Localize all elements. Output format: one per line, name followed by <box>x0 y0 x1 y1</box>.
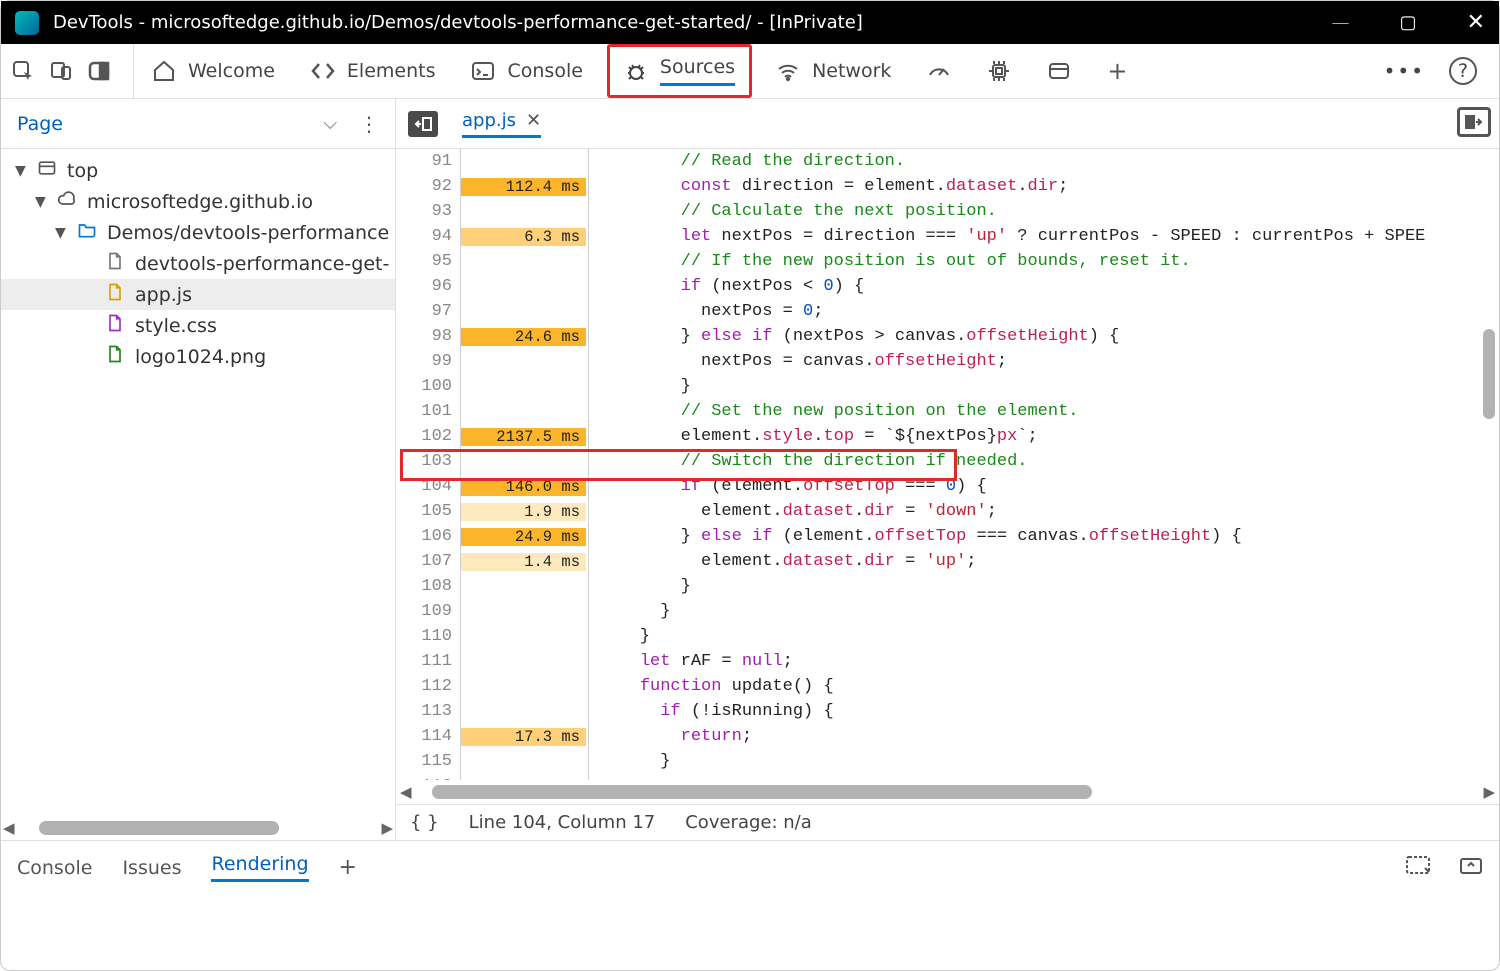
code-area[interactable]: // Read the direction. const direction =… <box>589 149 1499 780</box>
tree-file-css[interactable]: style.css <box>1 310 395 341</box>
wifi-icon <box>776 59 800 83</box>
pane-more-icon[interactable]: ⋮ <box>359 112 379 136</box>
js-file-icon <box>105 282 125 307</box>
network-tab[interactable]: Network <box>758 44 909 98</box>
window-icon <box>1047 59 1071 83</box>
navigator-hscroll[interactable]: ◀▶ <box>1 816 395 840</box>
navigator-panel: Page ⌵ ⋮ ▼ top ▼ microsoftedge.github.io… <box>1 99 396 840</box>
app-icon <box>15 11 39 35</box>
frame-icon <box>37 158 57 183</box>
folder-icon <box>77 220 97 245</box>
console-tab[interactable]: Console <box>453 44 600 98</box>
editor-file-tab[interactable]: app.js ✕ <box>462 110 541 138</box>
coverage-status: Coverage: n/a <box>685 812 812 833</box>
home-icon <box>152 59 176 83</box>
tree-file-appjs[interactable]: app.js <box>1 279 395 310</box>
file-tree: ▼ top ▼ microsoftedge.github.io ▼ Demos/… <box>1 149 395 372</box>
performance-tab-icon[interactable] <box>909 44 969 98</box>
navigator-toggle-icon[interactable] <box>408 111 438 137</box>
line-gutter: 9192112.4 ms93946.3 ms9596979824.6 ms991… <box>396 149 589 780</box>
tree-folder[interactable]: ▼ Demos/devtools-performance <box>1 217 395 248</box>
cloud-icon <box>57 189 77 214</box>
devtools-tab-bar: Welcome Elements Console Sources Network… <box>1 44 1499 99</box>
elements-tab[interactable]: Elements <box>293 44 454 98</box>
device-toggle-icon[interactable] <box>49 59 73 83</box>
page-pane-tab[interactable]: Page <box>17 113 63 135</box>
help-button[interactable]: ? <box>1449 57 1477 85</box>
editor-hscroll[interactable]: ◀▶ <box>396 780 1499 804</box>
close-tab-icon[interactable]: ✕ <box>526 110 541 131</box>
maximize-button[interactable]: ▢ <box>1400 12 1417 33</box>
close-button[interactable]: ✕ <box>1467 10 1485 35</box>
image-file-icon <box>105 344 125 369</box>
debugger-toggle-icon[interactable] <box>1457 107 1491 137</box>
editor-panel: app.js ✕ 9192112.4 ms93946.3 ms959697982… <box>396 99 1499 840</box>
application-tab-icon[interactable] <box>1029 44 1089 98</box>
sources-tab[interactable]: Sources <box>607 44 752 98</box>
tree-origin[interactable]: ▼ microsoftedge.github.io <box>1 186 395 217</box>
chip-icon <box>987 59 1011 83</box>
drawer-console-tab[interactable]: Console <box>17 857 92 879</box>
drawer-issues-tab[interactable]: Issues <box>122 857 181 879</box>
cursor-location: Line 104, Column 17 <box>469 812 656 833</box>
add-tab[interactable]: + <box>1089 44 1145 98</box>
dock-icon[interactable] <box>87 59 111 83</box>
pretty-print-button[interactable]: { } <box>410 812 439 833</box>
minimize-button[interactable]: — <box>1332 12 1350 33</box>
window-title: DevTools - microsoftedge.github.io/Demos… <box>53 12 863 33</box>
pane-dropdown-icon[interactable]: ⌵ <box>323 113 337 134</box>
tree-file-png[interactable]: logo1024.png <box>1 341 395 372</box>
gauge-icon <box>927 59 951 83</box>
drawer-rendering-tab[interactable]: Rendering <box>211 853 308 882</box>
title-bar: DevTools - microsoftedge.github.io/Demos… <box>1 1 1499 44</box>
drawer-add-tab[interactable]: + <box>339 855 357 880</box>
tree-file-html[interactable]: devtools-performance-get- <box>1 248 395 279</box>
tree-top[interactable]: ▼ top <box>1 155 395 186</box>
expand-drawer-icon[interactable] <box>1459 855 1483 880</box>
document-icon <box>105 251 125 276</box>
welcome-tab[interactable]: Welcome <box>134 44 293 98</box>
memory-tab-icon[interactable] <box>969 44 1029 98</box>
elements-icon <box>311 59 335 83</box>
editor-status-bar: { } Line 104, Column 17 Coverage: n/a <box>396 804 1499 840</box>
screenshot-icon[interactable] <box>1405 855 1431 880</box>
editor-vscroll[interactable] <box>1483 329 1495 419</box>
inspect-icon[interactable] <box>11 59 35 83</box>
bug-icon <box>624 59 648 83</box>
console-icon <box>471 59 495 83</box>
css-file-icon <box>105 313 125 338</box>
more-menu[interactable]: ••• <box>1384 59 1425 83</box>
drawer-bar: Console Issues Rendering + <box>1 840 1499 894</box>
